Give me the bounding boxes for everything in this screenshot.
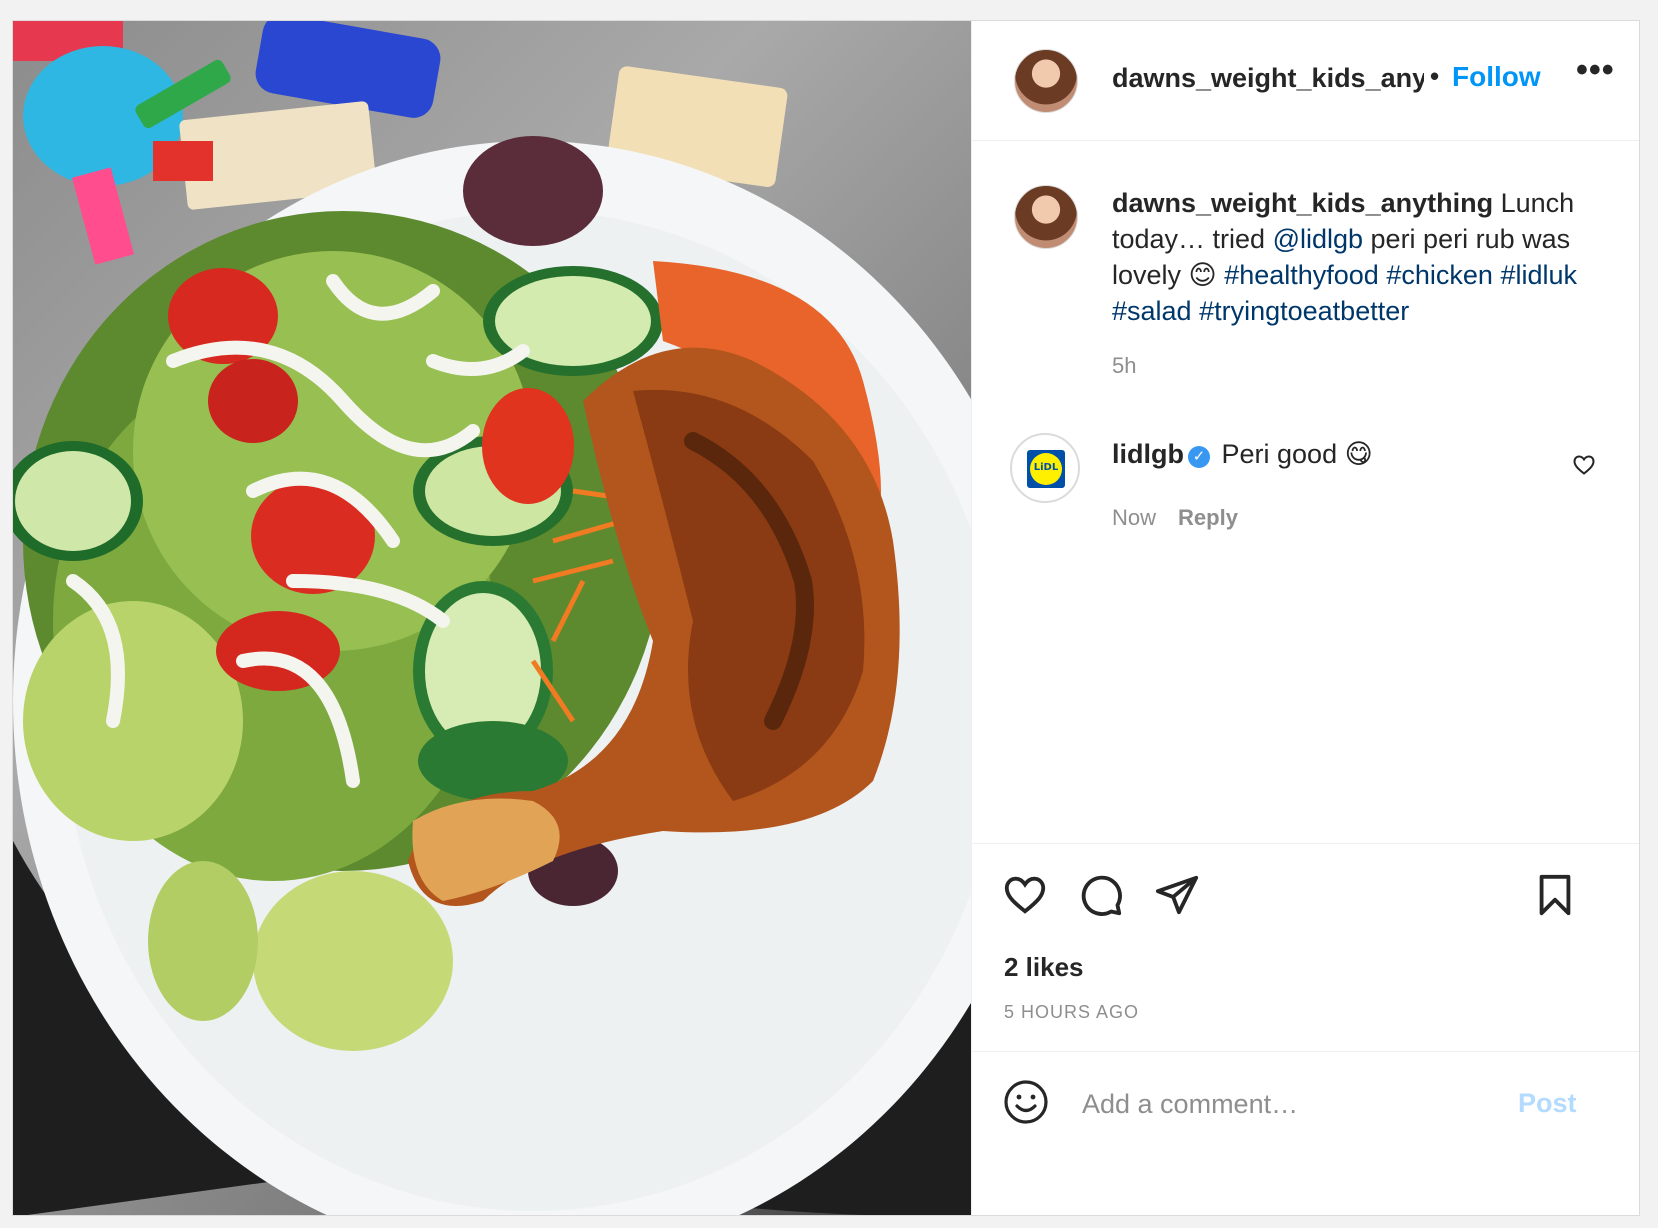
author-username[interactable]: dawns_weight_kids_anything [1112, 63, 1424, 94]
lidl-logo-text: LiDL [1033, 462, 1059, 473]
paper-plane-icon[interactable] [1154, 872, 1200, 918]
caption-mention-link[interactable]: @lidlgb [1273, 224, 1363, 254]
author-avatar[interactable] [1014, 49, 1078, 113]
hashtag-link[interactable]: #lidluk [1500, 260, 1577, 290]
caption-author-avatar[interactable] [1014, 185, 1078, 249]
instagram-post: dawns_weight_kids_anything • Follow ••• … [12, 20, 1640, 1216]
comment-bubble-icon[interactable] [1078, 872, 1124, 918]
bookmark-icon[interactable] [1532, 872, 1578, 918]
follow-button[interactable]: Follow [1452, 61, 1541, 93]
comment-timestamp: Now [1112, 505, 1157, 530]
emoji-icon[interactable] [1002, 1078, 1050, 1126]
post-side-panel: dawns_weight_kids_anything • Follow ••• … [971, 21, 1639, 1215]
comment-body: Peri good 😋 [1221, 439, 1373, 469]
add-comment-bar: Post [972, 1051, 1639, 1215]
separator-dot: • [1430, 61, 1440, 91]
likes-count[interactable]: 2 likes [1004, 952, 1084, 983]
caption-timestamp: 5h [1112, 353, 1137, 378]
comment-like-heart-icon[interactable] [1572, 453, 1596, 477]
hashtag-link[interactable]: #salad [1112, 296, 1192, 326]
verified-badge-icon: ✓ [1187, 446, 1210, 468]
commenter-username[interactable]: lidlgb [1112, 439, 1184, 469]
post-photo[interactable] [13, 21, 971, 1215]
post-time-ago: 5 HOURS AGO [1004, 1002, 1140, 1022]
more-options-icon[interactable]: ••• [1576, 51, 1615, 90]
comment-meta: Now Reply [1112, 505, 1238, 531]
caption-text: dawns_weight_kids_anything Lunch today… … [1112, 185, 1612, 329]
food-photo-illustration [13, 21, 971, 1215]
hashtag-link[interactable]: #tryingtoeatbetter [1199, 296, 1409, 326]
post-comment-button[interactable]: Post [1518, 1088, 1577, 1119]
caption-username[interactable]: dawns_weight_kids_anything [1112, 188, 1493, 218]
lidl-logo-icon: LiDL [1027, 450, 1065, 488]
hashtag-link[interactable]: #chicken [1386, 260, 1493, 290]
reply-button[interactable]: Reply [1178, 505, 1238, 530]
comment-text: lidlgb ✓ Peri good 😋 [1112, 439, 1373, 470]
commenter-avatar[interactable]: LiDL [1010, 433, 1080, 503]
hashtag-link[interactable]: #healthyfood [1224, 260, 1379, 290]
comment-input[interactable] [1080, 1088, 1504, 1121]
heart-icon[interactable] [1002, 872, 1048, 918]
post-header: dawns_weight_kids_anything • Follow ••• [972, 21, 1639, 141]
